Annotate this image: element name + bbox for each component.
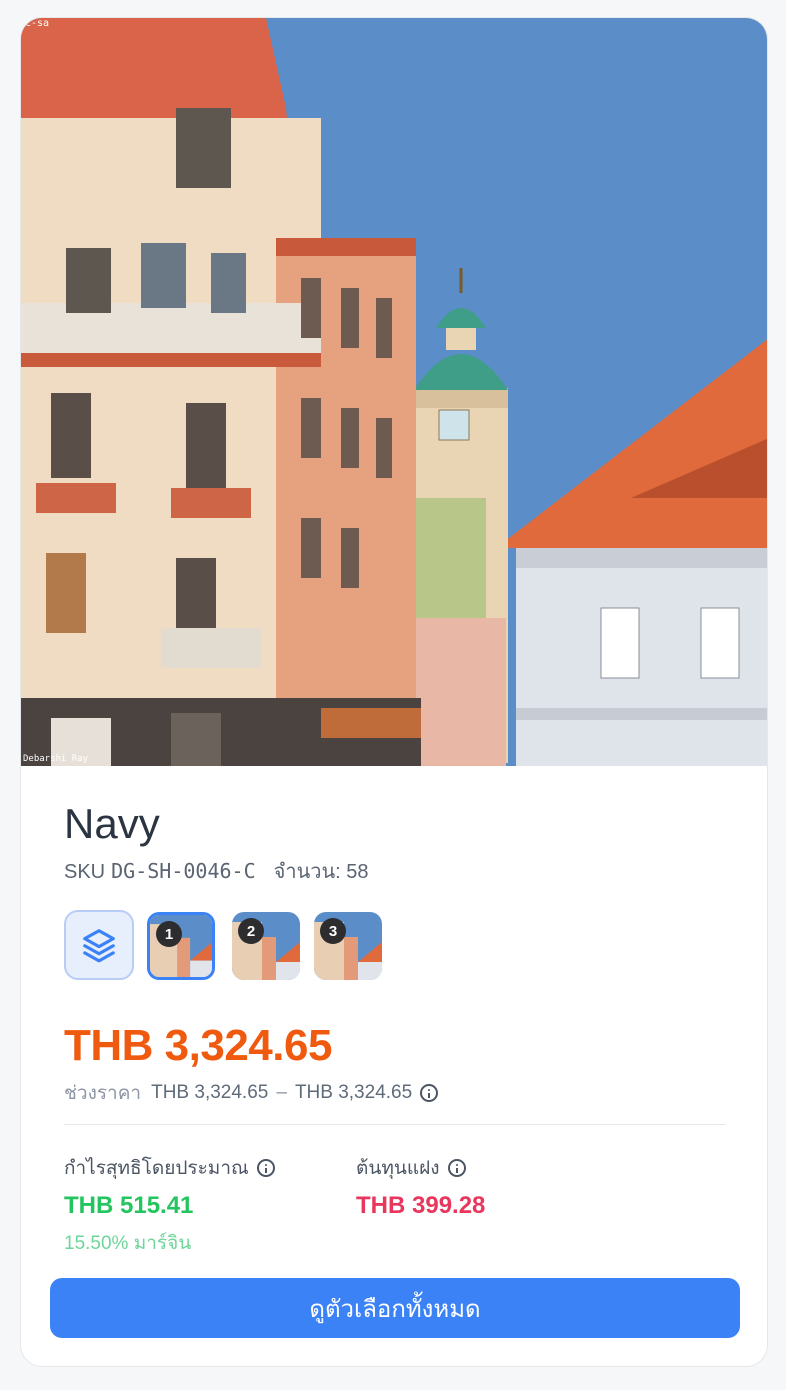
hidden-cost-stat: ต้นทุนแฝง THB 399.28 bbox=[356, 1153, 485, 1220]
info-icon[interactable] bbox=[256, 1159, 275, 1177]
view-all-options-button[interactable]: ดูตัวเลือกทั้งหมด bbox=[50, 1278, 740, 1338]
sku-code: DG-SH-0046-C bbox=[111, 859, 256, 883]
price-range-label: ช่วงราคา bbox=[64, 1083, 142, 1104]
sku-label: SKU bbox=[64, 861, 106, 883]
price-range-max: THB 3,324.65 bbox=[294, 1082, 413, 1103]
price-range-separator: – bbox=[276, 1082, 287, 1103]
image-credit: Debarshi Ray bbox=[23, 754, 89, 764]
all-images-button[interactable] bbox=[64, 910, 134, 980]
layers-icon bbox=[83, 929, 115, 963]
info-icon[interactable] bbox=[447, 1159, 466, 1177]
info-icon[interactable] bbox=[420, 1084, 439, 1102]
thumbnail-2[interactable]: 2 bbox=[232, 912, 300, 980]
thumbnail-number: 3 bbox=[320, 918, 346, 944]
profit-stat: กำไรสุทธิโดยประมาณ THB 515.41 15.50% มาร… bbox=[64, 1153, 275, 1258]
hidden-cost-value: THB 399.28 bbox=[356, 1192, 486, 1219]
hidden-cost-label: ต้นทุนแฝง bbox=[356, 1158, 440, 1179]
thumbnail-3[interactable]: 3 bbox=[314, 912, 382, 980]
product-meta: SKU DG-SH-0046-C จำนวน: 58 bbox=[64, 855, 369, 887]
image-watermark-top: c-sa bbox=[25, 18, 50, 29]
thumbnail-number: 1 bbox=[156, 921, 182, 947]
product-title: Navy bbox=[64, 800, 160, 847]
price-range-min: THB 3,324.65 bbox=[151, 1082, 269, 1103]
price: THB 3,324.65 bbox=[64, 1021, 332, 1070]
quantity: จำนวน: 58 bbox=[273, 861, 369, 883]
profit-margin: 15.50% มาร์จิน bbox=[64, 1233, 192, 1254]
thumbnail-1[interactable]: 1 bbox=[147, 912, 215, 980]
product-card: c-sa Debarshi Ray Navy SKU DG-SH-0046-C จำ… bbox=[20, 17, 768, 1367]
profit-label: กำไรสุทธิโดยประมาณ bbox=[64, 1158, 249, 1179]
thumbnail-number: 2 bbox=[238, 918, 264, 944]
profit-value: THB 515.41 bbox=[64, 1192, 194, 1219]
product-image[interactable]: c-sa Debarshi Ray bbox=[21, 18, 767, 766]
divider bbox=[64, 1124, 726, 1125]
price-range: ช่วงราคา THB 3,324.65 – THB 3,324.65 bbox=[64, 1078, 439, 1108]
